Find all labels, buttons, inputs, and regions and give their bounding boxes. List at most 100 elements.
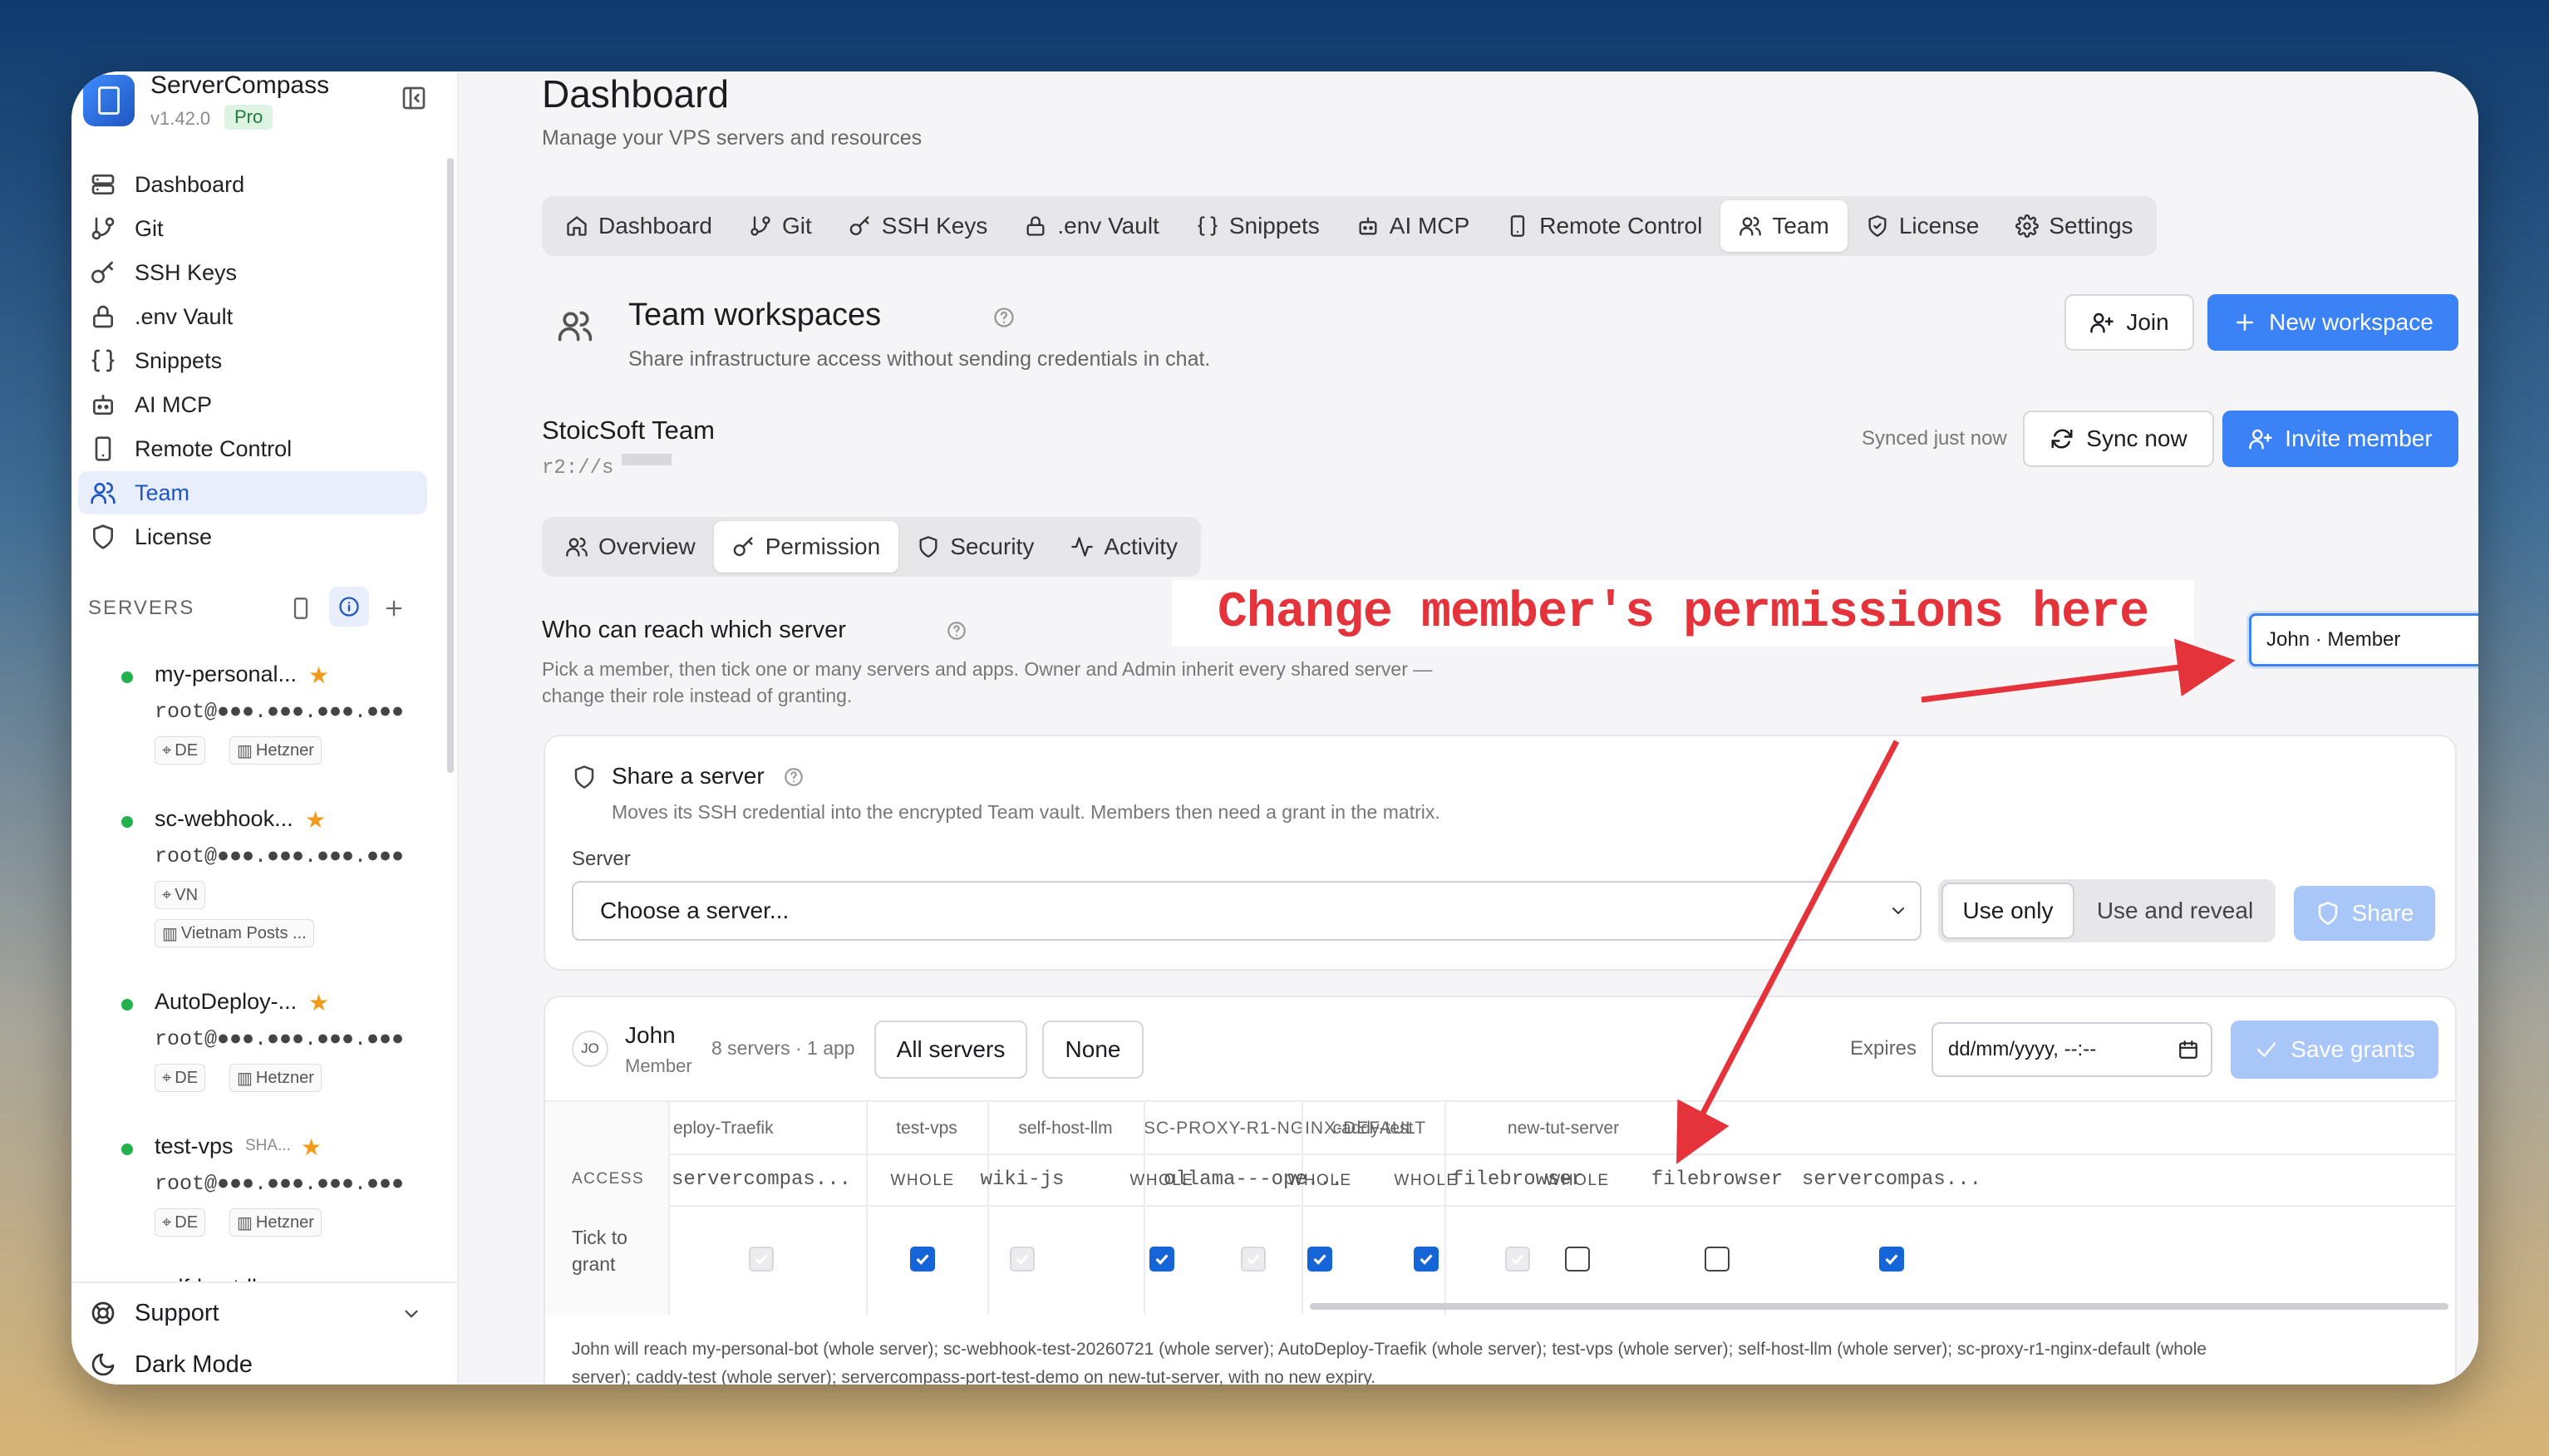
sidebar-item-dashboard[interactable]: Dashboard: [78, 163, 427, 206]
home-icon: [565, 214, 588, 238]
support-menu[interactable]: Support: [135, 1300, 219, 1327]
sidebar-item-remote-control[interactable]: Remote Control: [78, 427, 427, 470]
whole-column-label: WHOLE: [1287, 1172, 1352, 1189]
sidebar-item-license[interactable]: License: [78, 515, 427, 558]
avatar-initials: JO: [581, 1040, 599, 1056]
key-icon: [732, 535, 755, 558]
add-server-icon[interactable]: [382, 597, 406, 620]
help-icon[interactable]: [992, 306, 1016, 329]
server-item[interactable]: my-personal... ★ root@●●●.●●●.●●●.●●● ⌖ D…: [121, 662, 421, 786]
sidebar-item-snippets[interactable]: Snippets: [78, 339, 427, 382]
team-subtabs: Overview Permission Security Activity: [542, 517, 1202, 577]
user-plus-icon: [2248, 426, 2273, 451]
tab-label: Activity: [1104, 534, 1179, 559]
provider-tag: ▥ Hetzner: [229, 1208, 322, 1237]
grant-checkbox[interactable]: [1414, 1247, 1439, 1272]
tab-snippets[interactable]: Snippets: [1178, 200, 1338, 252]
whole-column-label: WHOLE: [890, 1172, 955, 1189]
location-tag: ⌖ DE: [155, 1064, 206, 1092]
sync-now-button[interactable]: Sync now: [2023, 411, 2214, 467]
star-icon[interactable]: ★: [308, 662, 329, 689]
grant-checkbox[interactable]: [1307, 1247, 1332, 1272]
expires-input[interactable]: dd/mm/yyyy, --:--: [1931, 1022, 2212, 1077]
calendar-icon[interactable]: [2177, 1039, 2199, 1060]
tab-license[interactable]: License: [1848, 200, 1998, 252]
all-servers-button[interactable]: All servers: [874, 1021, 1027, 1079]
use-and-reveal-option[interactable]: Use and reveal: [2079, 883, 2271, 939]
access-label: ACCESS: [572, 1170, 645, 1188]
horizontal-scrollbar[interactable]: [1310, 1303, 2448, 1310]
sidebar-item-team[interactable]: Team: [78, 471, 427, 514]
sidebar-item-ai-mcp[interactable]: AI MCP: [78, 383, 427, 426]
tab-ssh-keys[interactable]: SSH Keys: [830, 200, 1006, 252]
help-icon[interactable]: [783, 766, 805, 788]
star-icon[interactable]: ★: [308, 989, 329, 1016]
server-item[interactable]: sc-webhook... ★ root@●●●.●●●.●●●.●●● ⌖ VN…: [121, 806, 421, 972]
tab-remote-control[interactable]: Remote Control: [1488, 200, 1720, 252]
star-icon[interactable]: ★: [305, 806, 326, 834]
tab-label: License: [1898, 213, 1980, 239]
server-name: my-personal...: [155, 662, 298, 686]
tab-dashboard[interactable]: Dashboard: [547, 200, 731, 252]
tab-team[interactable]: Team: [1720, 200, 1848, 252]
share-title: Share a server: [612, 763, 765, 789]
grant-checkbox[interactable]: [1149, 1247, 1174, 1272]
building-icon: ▥: [237, 1069, 253, 1088]
member-select[interactable]: John · Member: [2249, 613, 2478, 667]
share-button[interactable]: Share: [2294, 886, 2435, 941]
grant-checkbox[interactable]: [910, 1247, 935, 1272]
select-value: John · Member: [2266, 628, 2401, 651]
dark-mode-toggle[interactable]: Dark Mode: [135, 1351, 253, 1379]
tab-settings[interactable]: Settings: [1997, 200, 2151, 252]
none-button[interactable]: None: [1042, 1021, 1144, 1079]
tab-ai-mcp[interactable]: AI MCP: [1338, 200, 1488, 252]
use-only-option[interactable]: Use only: [1941, 883, 2074, 939]
tab-security[interactable]: Security: [898, 521, 1052, 573]
device-filter-icon[interactable]: [289, 597, 312, 620]
sidebar-item-ssh-keys[interactable]: SSH Keys: [78, 251, 427, 294]
save-grants-button[interactable]: Save grants: [2231, 1021, 2438, 1079]
server-col-header: SC-PROXY-R1-NGINX-DEFAULT: [1144, 1119, 1427, 1138]
server-item[interactable]: test-vps SHA... ★ root@●●●.●●●.●●●.●●● ⌖…: [121, 1134, 421, 1258]
tab-permission[interactable]: Permission: [713, 521, 899, 573]
tag-label: DE: [175, 740, 199, 760]
servers-heading: SERVERS: [88, 597, 195, 619]
star-icon[interactable]: ★: [301, 1134, 322, 1161]
app-window: ServerCompass v1.42.0 Pro Dashboard Git …: [71, 71, 2478, 1385]
server-item[interactable]: AutoDeploy-... ★ root@●●●.●●●.●●●.●●● ⌖ D…: [121, 989, 421, 1114]
sidebar-item-label: AI MCP: [135, 391, 213, 417]
server-name: sc-webhook...: [155, 806, 293, 831]
help-icon[interactable]: [946, 620, 967, 642]
app-column-label: filebrowser: [1651, 1168, 1784, 1191]
annotation-text: Change member's permissions here: [1217, 585, 2149, 642]
main-content: Dashboard Manage your VPS servers and re…: [459, 71, 2478, 1385]
tab-overview[interactable]: Overview: [547, 521, 714, 573]
col-divider: [987, 1102, 989, 1315]
team-name: StoicSoft Team: [542, 416, 715, 445]
server-stack-icon: [90, 171, 116, 198]
info-filter-icon[interactable]: [329, 587, 369, 627]
collapse-sidebar-icon[interactable]: [401, 85, 427, 111]
permission-heading: Who can reach which server: [542, 617, 846, 643]
sidebar-scrollbar[interactable]: [447, 158, 454, 773]
shield-icon: [572, 765, 597, 789]
chevron-down-icon[interactable]: [401, 1303, 422, 1325]
button-label: Join: [2126, 309, 2169, 335]
sidebar-item-git[interactable]: Git: [78, 207, 427, 250]
grant-checkbox[interactable]: [1565, 1247, 1590, 1272]
server-select[interactable]: Choose a server...: [572, 881, 1922, 941]
workspaces-subtitle: Share infrastructure access without send…: [628, 347, 1211, 371]
users-icon: [565, 535, 588, 558]
grant-checkbox[interactable]: [1879, 1247, 1904, 1272]
sidebar-item-env-vault[interactable]: .env Vault: [78, 295, 427, 338]
invite-member-button[interactable]: Invite member: [2222, 411, 2458, 467]
join-button[interactable]: Join: [2064, 294, 2194, 351]
server-host: root@●●●.●●●.●●●.●●●: [155, 1027, 405, 1051]
grant-checkbox[interactable]: [1705, 1247, 1730, 1272]
redacted-block: [622, 454, 672, 465]
tab-git[interactable]: Git: [731, 200, 830, 252]
grants-table: eploy-Traefik test-vps self-host-llm SC-…: [545, 1100, 2455, 1315]
new-workspace-button[interactable]: New workspace: [2207, 294, 2458, 351]
tab-env-vault[interactable]: .env Vault: [1006, 200, 1177, 252]
tab-activity[interactable]: Activity: [1052, 521, 1196, 573]
